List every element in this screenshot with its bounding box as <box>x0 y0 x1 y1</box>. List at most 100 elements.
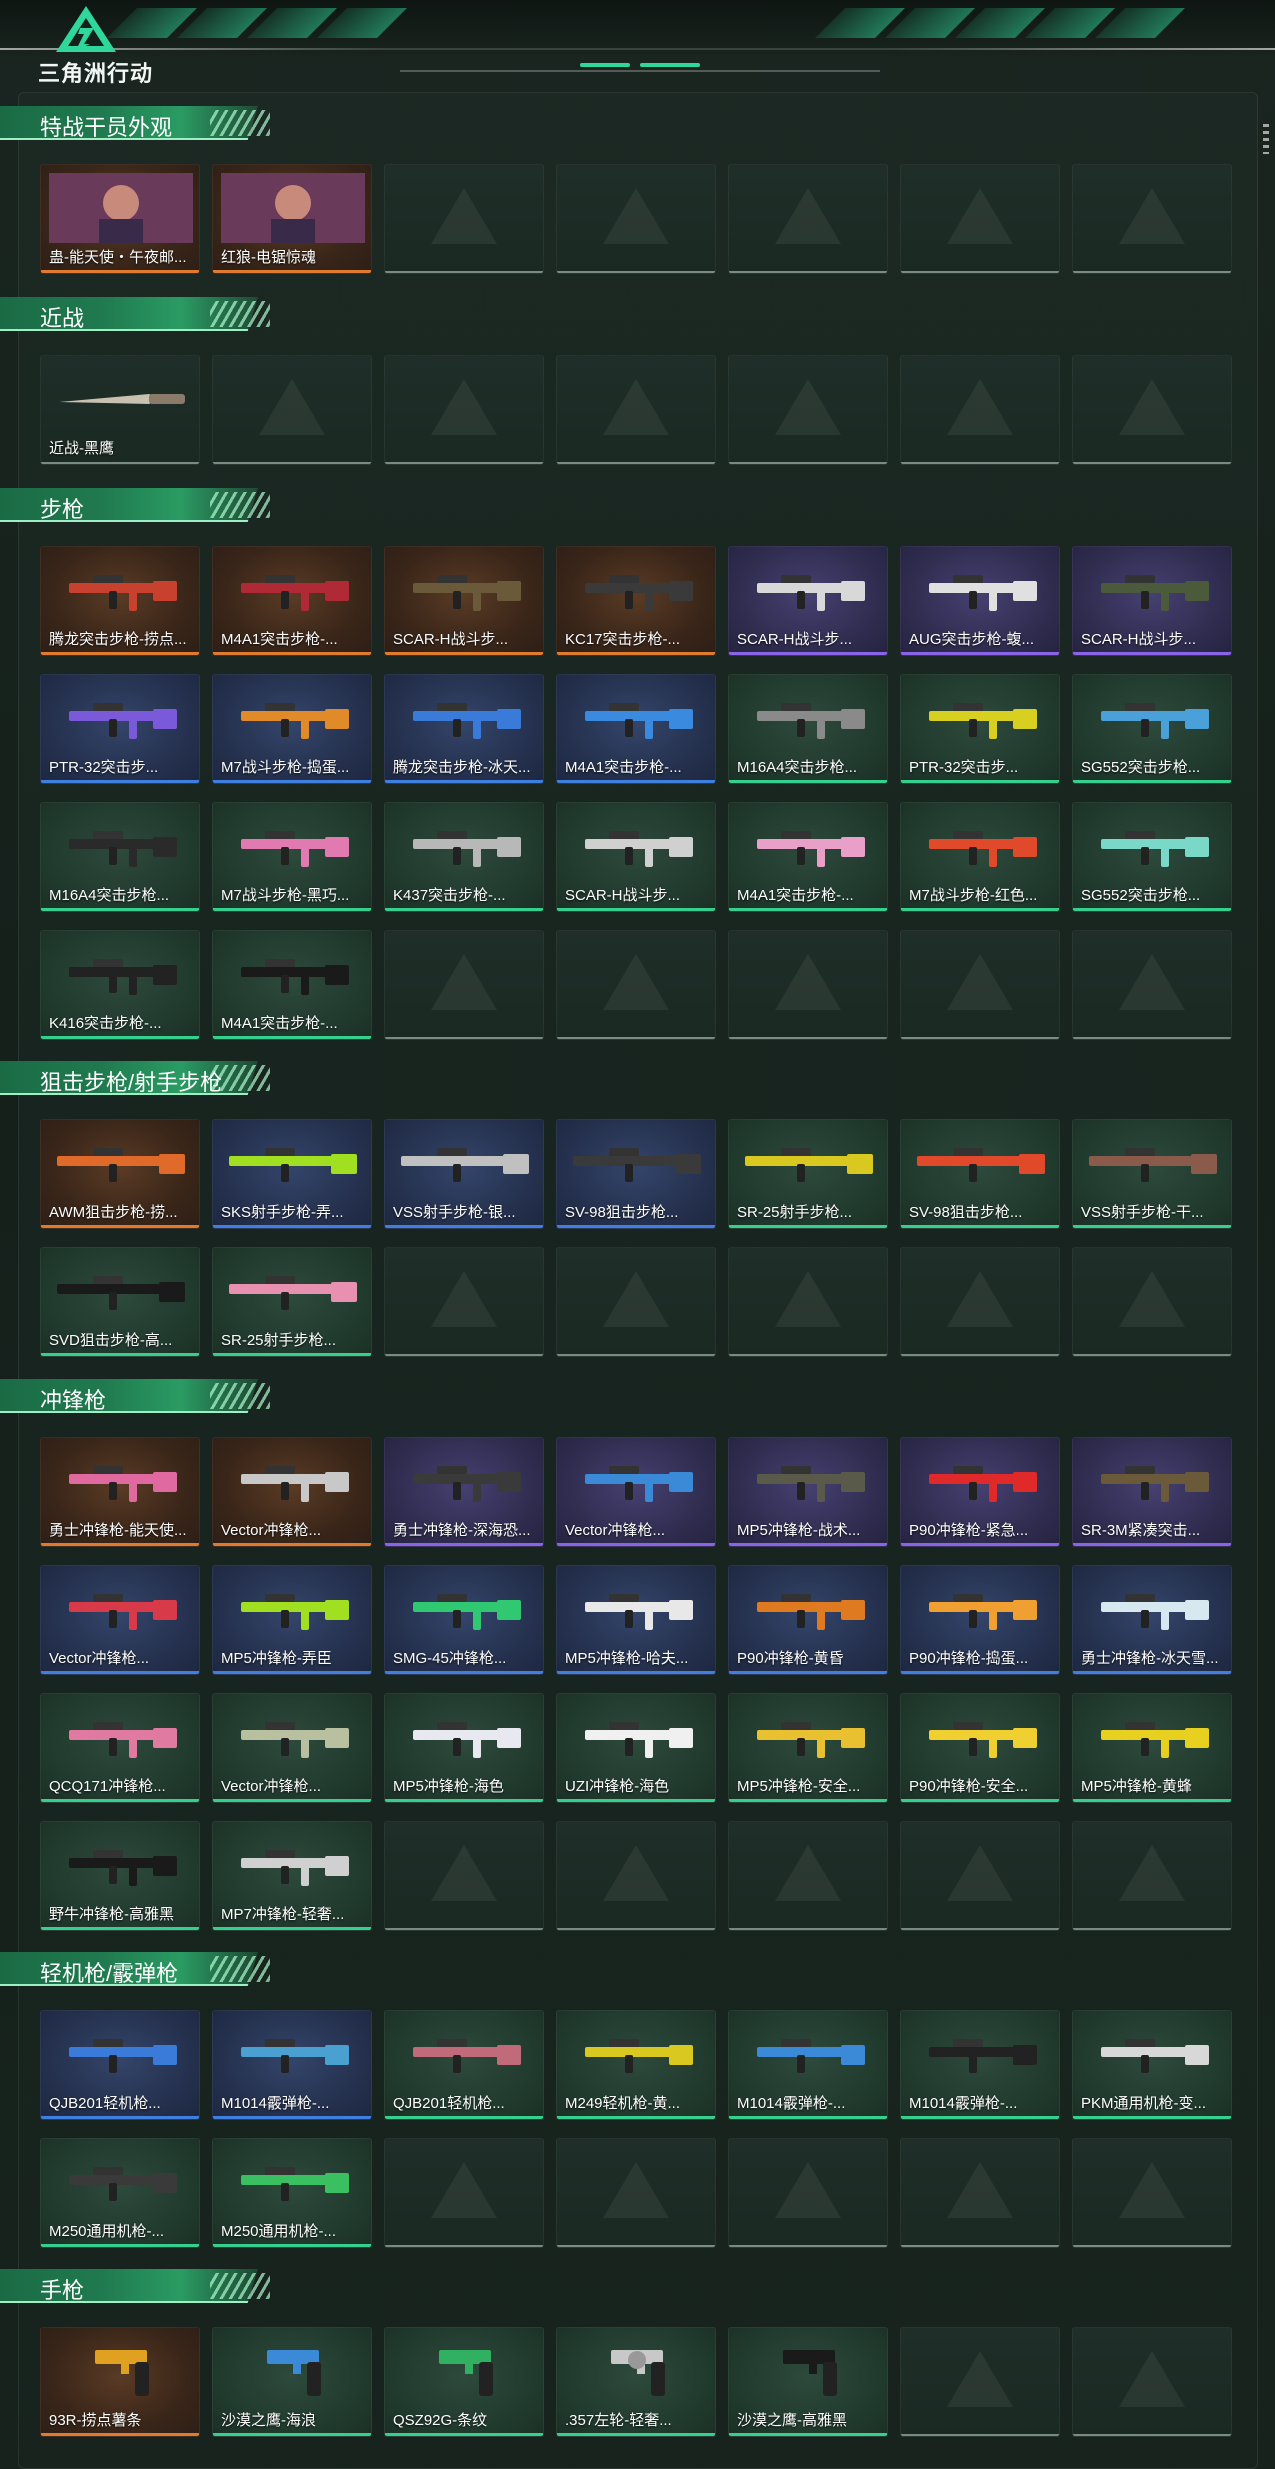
skin-name: QSZ92G-条纹 <box>393 2412 488 2429</box>
skin-card[interactable]: SKS射手步枪-弄... <box>212 1119 372 1229</box>
skin-card[interactable]: M1014霰弹枪-... <box>728 2010 888 2120</box>
rarity-bar <box>41 270 199 273</box>
skin-name: SCAR-H战斗步... <box>1081 631 1197 648</box>
rarity-bar <box>557 908 715 911</box>
skin-card[interactable]: Vector冲锋枪... <box>212 1437 372 1547</box>
skin-card[interactable]: QJB201轻机枪... <box>384 2010 544 2120</box>
skin-name: M250通用机枪-... <box>49 2223 165 2240</box>
sniper-icon <box>229 1148 357 1182</box>
skin-card[interactable]: 93R-捞点薯条 <box>40 2327 200 2437</box>
skin-card[interactable]: Vector冲锋枪... <box>40 1565 200 1675</box>
skin-card[interactable]: M1014霰弹枪-... <box>212 2010 372 2120</box>
skin-card[interactable]: VSS射手步枪-干... <box>1072 1119 1232 1229</box>
skin-card[interactable]: PTR-32突击步... <box>900 674 1060 784</box>
skin-card[interactable]: M250通用机枪-... <box>40 2138 200 2248</box>
skin-card[interactable]: P90冲锋枪-紧急... <box>900 1437 1060 1547</box>
rarity-bar <box>213 1671 371 1674</box>
skin-card[interactable]: SR-25射手步枪... <box>212 1247 372 1357</box>
skin-name: SR-25射手步枪... <box>737 1204 853 1221</box>
skin-card[interactable]: SVD狙击步枪-高... <box>40 1247 200 1357</box>
skin-card[interactable]: SCAR-H战斗步... <box>1072 546 1232 656</box>
skin-name: UZI冲锋枪-海色 <box>565 1778 670 1795</box>
skin-card[interactable]: 沙漠之鹰-高雅黑 <box>728 2327 888 2437</box>
skin-card[interactable]: M7战斗步枪-黑巧... <box>212 802 372 912</box>
rarity-bar <box>213 462 371 464</box>
skin-card[interactable]: KC17突击步枪-... <box>556 546 716 656</box>
skin-card[interactable]: M16A4突击步枪... <box>40 802 200 912</box>
skin-name: 勇士冲锋枪-冰天雪... <box>1081 1650 1219 1667</box>
skin-name: SCAR-H战斗步... <box>565 887 681 904</box>
skin-card[interactable]: SCAR-H战斗步... <box>384 546 544 656</box>
skin-card[interactable]: SR-25射手步枪... <box>728 1119 888 1229</box>
skin-card[interactable]: SV-98狙击步枪... <box>900 1119 1060 1229</box>
skin-card[interactable]: M7战斗步枪-捣蛋... <box>212 674 372 784</box>
skin-card[interactable]: P90冲锋枪-黄昏 <box>728 1565 888 1675</box>
skin-card[interactable]: 腾龙突击步枪-捞点... <box>40 546 200 656</box>
smg-icon <box>929 1466 1037 1502</box>
skin-card[interactable]: P90冲锋枪-捣蛋... <box>900 1565 1060 1675</box>
skin-name: VSS射手步枪-银... <box>393 1204 516 1221</box>
rarity-bar <box>901 908 1059 911</box>
skin-card[interactable]: 近战-黑鹰 <box>40 355 200 465</box>
skin-card[interactable]: 沙漠之鹰-海浪 <box>212 2327 372 2437</box>
skin-card[interactable]: K416突击步枪-... <box>40 930 200 1040</box>
skin-card[interactable]: SG552突击步枪... <box>1072 674 1232 784</box>
skin-card[interactable]: AWM狙击步枪-捞... <box>40 1119 200 1229</box>
skin-card[interactable]: K437突击步枪-... <box>384 802 544 912</box>
rifle-icon <box>929 703 1037 739</box>
skin-card[interactable]: SR-3M紧凑突击... <box>1072 1437 1232 1547</box>
lmg-icon <box>413 2039 521 2073</box>
skin-card[interactable]: MP7冲锋枪-轻奢... <box>212 1821 372 1931</box>
skin-card[interactable]: QJB201轻机枪... <box>40 2010 200 2120</box>
skin-name: QCQ171冲锋枪... <box>49 1778 166 1795</box>
skin-card[interactable]: AUG突击步枪-蝮... <box>900 546 1060 656</box>
skin-card[interactable]: Vector冲锋枪... <box>212 1693 372 1803</box>
skin-card[interactable]: P90冲锋枪-安全... <box>900 1693 1060 1803</box>
skin-card[interactable]: MP5冲锋枪-哈夫... <box>556 1565 716 1675</box>
smg-icon <box>241 1850 349 1886</box>
placeholder-logo-icon <box>603 188 669 244</box>
skin-card[interactable]: M7战斗步枪-红色... <box>900 802 1060 912</box>
skin-card[interactable]: M249轻机枪-黄... <box>556 2010 716 2120</box>
skin-card[interactable]: M4A1突击步枪-... <box>212 930 372 1040</box>
skin-card[interactable]: MP5冲锋枪-战术... <box>728 1437 888 1547</box>
skin-card[interactable]: 勇士冲锋枪-冰天雪... <box>1072 1565 1232 1675</box>
skin-card[interactable]: 勇士冲锋枪-深海恐... <box>384 1437 544 1547</box>
skin-card[interactable]: M4A1突击步枪-... <box>728 802 888 912</box>
skin-card[interactable]: M1014霰弹枪-... <box>900 2010 1060 2120</box>
skin-card[interactable]: M16A4突击步枪... <box>728 674 888 784</box>
scrollbar-handle[interactable] <box>1263 124 1269 154</box>
skin-card[interactable]: 野牛冲锋枪-高雅黑 <box>40 1821 200 1931</box>
skin-card[interactable]: M250通用机枪-... <box>212 2138 372 2248</box>
skin-card[interactable]: VSS射手步枪-银... <box>384 1119 544 1229</box>
skin-name: M7战斗步枪-黑巧... <box>221 887 350 904</box>
section-header: 近战 <box>0 293 280 333</box>
rarity-bar <box>385 2433 543 2436</box>
skin-card[interactable]: PTR-32突击步... <box>40 674 200 784</box>
skin-card[interactable]: 腾龙突击步枪-冰天... <box>384 674 544 784</box>
skin-card[interactable]: 红狼-电锯惊魂 <box>212 164 372 274</box>
skin-card[interactable]: UZI冲锋枪-海色 <box>556 1693 716 1803</box>
skin-card[interactable]: QSZ92G-条纹 <box>384 2327 544 2437</box>
skin-card[interactable]: M4A1突击步枪-... <box>212 546 372 656</box>
skin-card[interactable]: Vector冲锋枪... <box>556 1437 716 1547</box>
skin-card[interactable]: 蛊-能天使・午夜邮... <box>40 164 200 274</box>
skin-card[interactable]: QCQ171冲锋枪... <box>40 1693 200 1803</box>
rarity-bar <box>557 2245 715 2247</box>
empty-slot <box>556 355 716 465</box>
skin-card[interactable]: SG552突击步枪... <box>1072 802 1232 912</box>
skin-card[interactable]: MP5冲锋枪-弄臣 <box>212 1565 372 1675</box>
skin-name: SKS射手步枪-弄... <box>221 1204 344 1221</box>
skin-card[interactable]: SCAR-H战斗步... <box>728 546 888 656</box>
skin-card[interactable]: M4A1突击步枪-... <box>556 674 716 784</box>
skin-card[interactable]: MP5冲锋枪-安全... <box>728 1693 888 1803</box>
skin-card[interactable]: MP5冲锋枪-海色 <box>384 1693 544 1803</box>
skin-card[interactable]: .357左轮-轻奢... <box>556 2327 716 2437</box>
skin-card[interactable]: PKM通用机枪-变... <box>1072 2010 1232 2120</box>
skin-card[interactable]: SCAR-H战斗步... <box>556 802 716 912</box>
skin-card[interactable]: SV-98狙击步枪... <box>556 1119 716 1229</box>
skin-card[interactable]: MP5冲锋枪-黄蜂 <box>1072 1693 1232 1803</box>
skin-card[interactable]: 勇士冲锋枪-能天使... <box>40 1437 200 1547</box>
skin-card[interactable]: SMG-45冲锋枪... <box>384 1565 544 1675</box>
empty-slot <box>1072 1821 1232 1931</box>
